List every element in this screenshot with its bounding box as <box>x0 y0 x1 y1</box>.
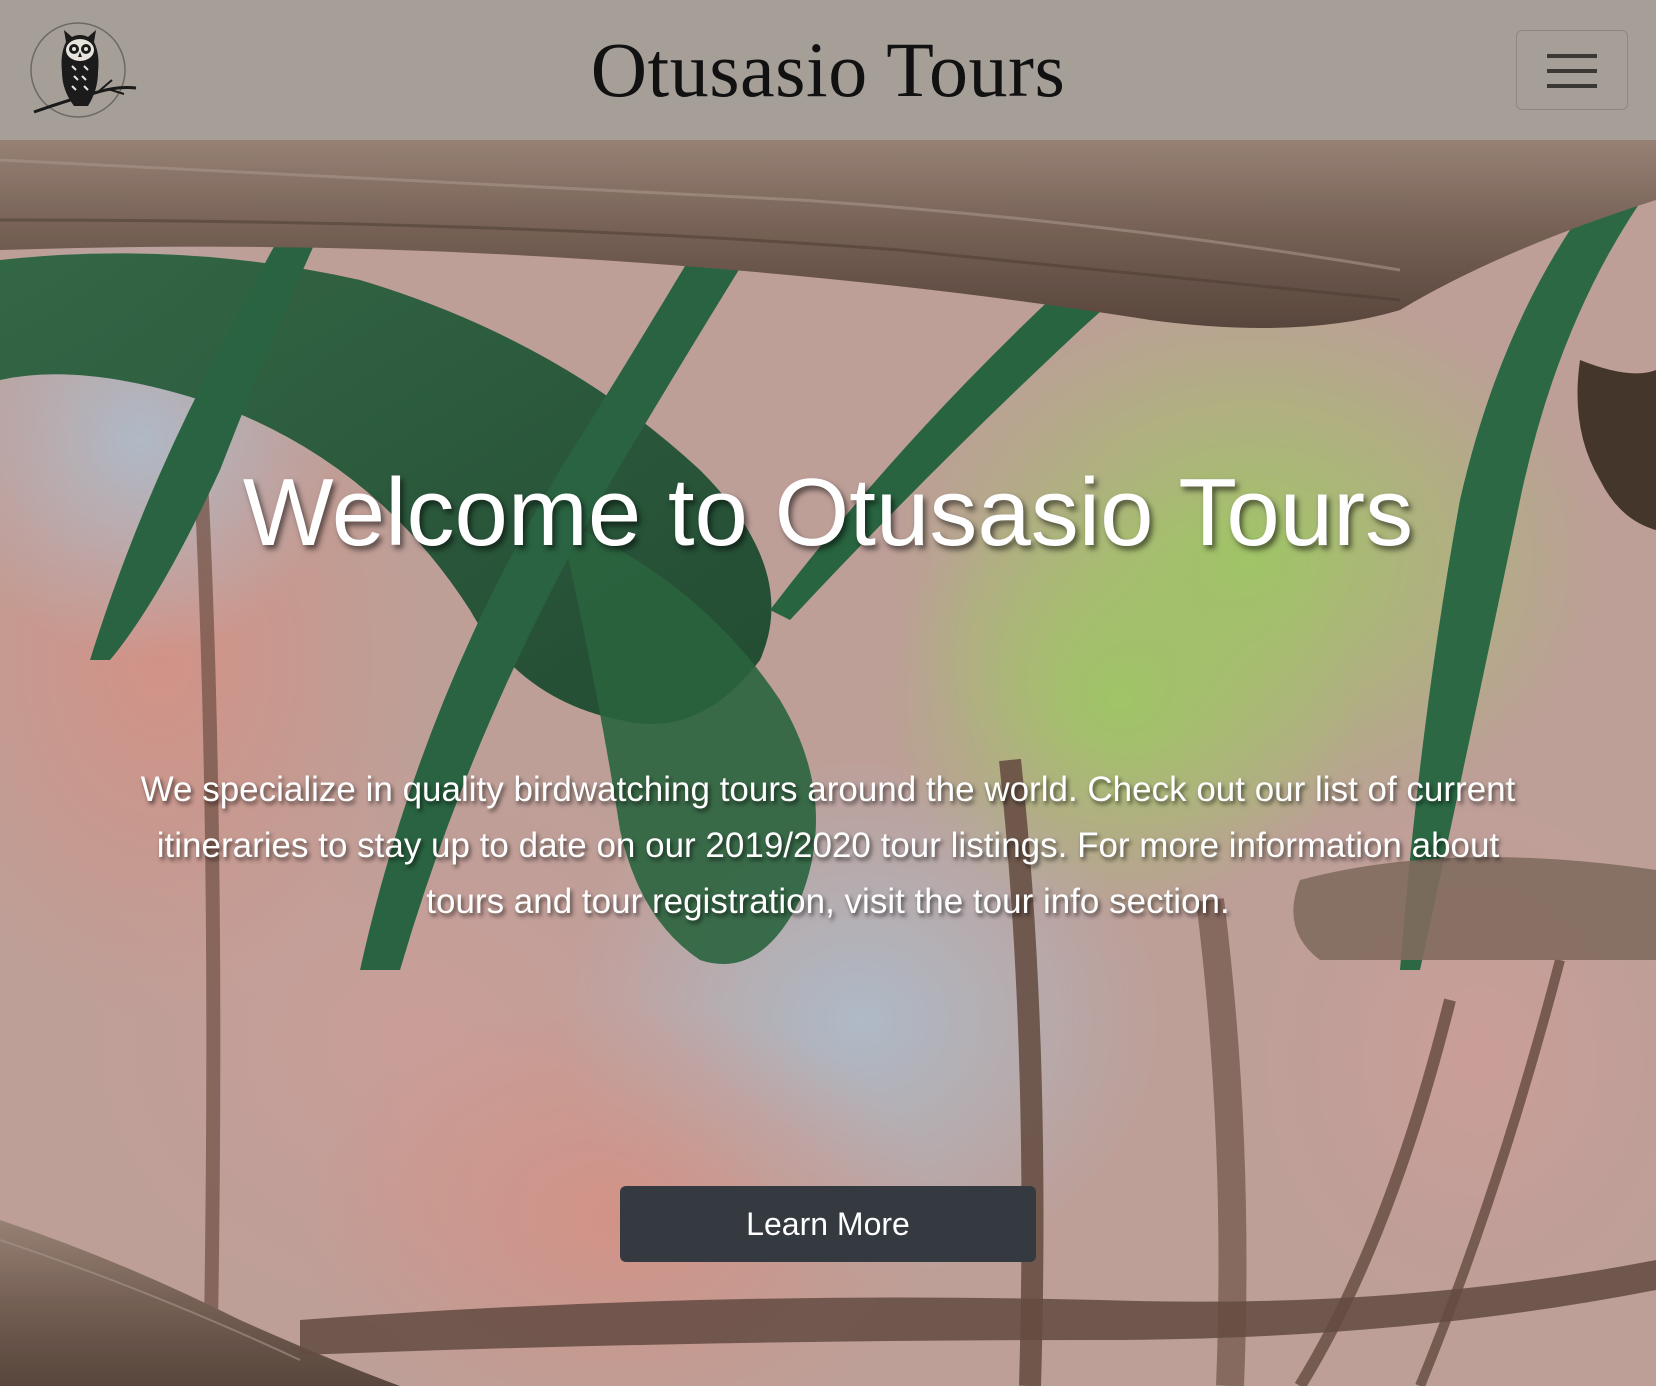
navbar: Otusasio Tours <box>0 0 1656 140</box>
hero-title: Welcome to Otusasio Tours <box>242 459 1414 566</box>
navbar-toggler-button[interactable] <box>1516 30 1628 110</box>
brand-title[interactable]: Otusasio Tours <box>0 22 1656 118</box>
hamburger-menu-icon <box>1547 54 1597 88</box>
owl-logo-icon[interactable] <box>28 20 140 122</box>
hero-section: Welcome to Otusasio Tours We specialize … <box>0 140 1656 1386</box>
hero-description: We specialize in quality birdwatching to… <box>140 770 1516 921</box>
learn-more-button[interactable]: Learn More <box>620 1186 1036 1262</box>
